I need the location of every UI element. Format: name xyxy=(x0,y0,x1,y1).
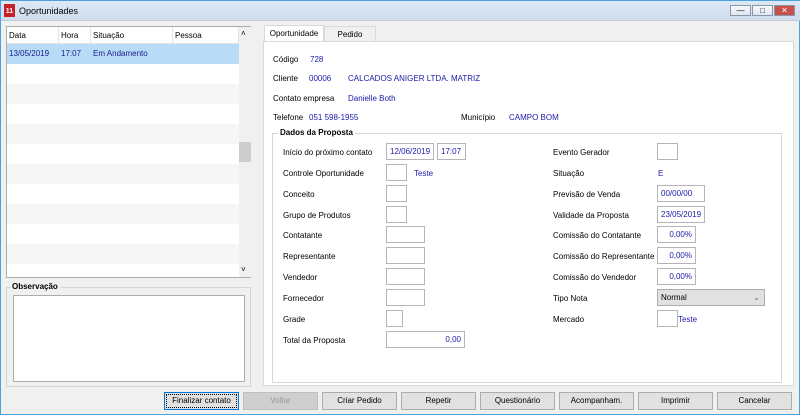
previsao-venda-label: Previsão de Venda xyxy=(553,190,621,199)
conceito-label: Conceito xyxy=(283,190,315,199)
mercado-input[interactable] xyxy=(657,310,678,327)
column-header-situacao[interactable]: Situação xyxy=(91,27,173,44)
chevron-down-icon: ⌄ xyxy=(753,293,760,302)
evento-gerador-input[interactable] xyxy=(657,143,678,160)
minimize-button[interactable]: — xyxy=(730,5,751,16)
table-row[interactable]: 13/05/2019 17:07 Em Andamento xyxy=(7,44,239,64)
contatante-input[interactable] xyxy=(386,226,425,243)
scroll-up-icon[interactable]: ˄ xyxy=(241,29,246,38)
municipio-value: CAMPO BOM xyxy=(509,113,559,122)
representante-input[interactable] xyxy=(386,247,425,264)
observacao-textarea[interactable] xyxy=(13,295,245,382)
codigo-label: Código xyxy=(273,55,299,64)
app-logo-icon: 11 xyxy=(4,4,15,17)
inicio-contato-time-input[interactable]: 17:07 xyxy=(437,143,466,160)
situacao-label: Situação xyxy=(553,169,585,178)
tab-pedido[interactable]: Pedido xyxy=(324,26,376,42)
previsao-venda-input[interactable]: 00/00/00 xyxy=(657,185,705,202)
comissao-representante-label: Comissão do Representante xyxy=(553,252,655,261)
evento-gerador-label: Evento Gerador xyxy=(553,148,610,157)
mercado-desc: Teste xyxy=(678,315,698,324)
voltar-button[interactable]: Voltar xyxy=(243,392,318,410)
fornecedor-label: Fornecedor xyxy=(283,294,324,303)
title-bar xyxy=(1,1,800,21)
total-proposta-input[interactable]: 0,00 xyxy=(386,331,465,348)
controle-oportunidade-label: Controle Oportunidade xyxy=(283,169,364,178)
validade-proposta-label: Validade da Proposta xyxy=(553,211,629,220)
cell-situacao: Em Andamento xyxy=(93,49,148,58)
cliente-code: 00006 xyxy=(309,74,332,83)
empty-row xyxy=(7,244,239,264)
vendedor-input[interactable] xyxy=(386,268,425,285)
fornecedor-input[interactable] xyxy=(386,289,425,306)
tipo-nota-value: Normal xyxy=(661,293,687,302)
grade-input[interactable] xyxy=(386,310,403,327)
questionario-button[interactable]: Questionário xyxy=(480,392,555,410)
column-header-data[interactable]: Data xyxy=(7,27,59,44)
column-header-pessoa[interactable]: Pessoa xyxy=(173,27,239,44)
telefone-label: Telefone xyxy=(273,113,304,122)
codigo-value: 728 xyxy=(310,55,324,64)
grade-label: Grade xyxy=(283,315,306,324)
dados-proposta-title: Dados da Proposta xyxy=(278,128,355,137)
observacao-label: Observação xyxy=(10,282,60,291)
contato-label: Contato empresa xyxy=(273,94,335,103)
representante-label: Representante xyxy=(283,252,336,261)
empty-row xyxy=(7,84,239,104)
comissao-vendedor-label: Comissão do Vendedor xyxy=(553,273,637,282)
telefone-value: 051 598-1955 xyxy=(309,113,359,122)
repetir-button[interactable]: Repetir xyxy=(401,392,476,410)
comissao-representante-input[interactable]: 0,00% xyxy=(657,247,696,264)
total-proposta-label: Total da Proposta xyxy=(283,336,346,345)
inicio-contato-date-input[interactable]: 12/06/2019 xyxy=(386,143,434,160)
contato-value: Danielle Both xyxy=(348,94,396,103)
oportunidades-grid[interactable]: Data Hora Situação Pessoa 13/05/2019 17:… xyxy=(6,26,251,278)
acompanhamento-button[interactable]: Acompanham. xyxy=(559,392,634,410)
vendedor-label: Vendedor xyxy=(283,273,318,282)
imprimir-button[interactable]: Imprimir xyxy=(638,392,713,410)
comissao-contatante-label: Comissão do Contatante xyxy=(553,231,642,240)
window-title: Oportunidades xyxy=(19,6,79,16)
mercado-label: Mercado xyxy=(553,315,585,324)
cell-data: 13/05/2019 xyxy=(9,49,50,58)
comissao-contatante-input[interactable]: 0,00% xyxy=(657,226,696,243)
close-button[interactable]: ✕ xyxy=(774,5,795,16)
situacao-value: E xyxy=(658,169,664,178)
cliente-name: CALCADOS ANIGER LTDA. MATRIZ xyxy=(348,74,481,83)
cliente-label: Cliente xyxy=(273,74,298,83)
grupo-produtos-label: Grupo de Produtos xyxy=(283,211,351,220)
empty-row xyxy=(7,164,239,184)
inicio-contato-label: Início do próximo contato xyxy=(283,148,373,157)
finalizar-contato-button[interactable]: Finalizar contato xyxy=(164,392,239,410)
column-header-hora[interactable]: Hora xyxy=(59,27,91,44)
tipo-nota-label: Tipo Nota xyxy=(553,294,588,303)
comissao-vendedor-input[interactable]: 0,00% xyxy=(657,268,696,285)
empty-row xyxy=(7,124,239,144)
contatante-label: Contatante xyxy=(283,231,323,240)
cancelar-button[interactable]: Cancelar xyxy=(717,392,792,410)
validade-proposta-input[interactable]: 23/05/2019 xyxy=(657,206,705,223)
tab-oportunidade[interactable]: Oportunidade xyxy=(264,25,324,42)
criar-pedido-button[interactable]: Criar Pedido xyxy=(322,392,397,410)
maximize-button[interactable]: □ xyxy=(752,5,773,16)
vertical-scrollbar[interactable]: ˄ ˅ xyxy=(239,27,251,277)
empty-row xyxy=(7,204,239,224)
scroll-thumb[interactable] xyxy=(239,142,251,162)
conceito-input[interactable] xyxy=(386,185,407,202)
tipo-nota-select[interactable]: Normal ⌄ xyxy=(657,289,765,306)
controle-oportunidade-input[interactable] xyxy=(386,164,407,181)
oportunidade-panel: Código 728 Cliente 00006 CALCADOS ANIGER… xyxy=(263,41,794,386)
municipio-label: Município xyxy=(461,113,496,122)
cell-hora: 17:07 xyxy=(61,49,82,58)
grupo-produtos-input[interactable] xyxy=(386,206,407,223)
scroll-down-icon[interactable]: ˅ xyxy=(241,265,246,274)
controle-oportunidade-desc: Teste xyxy=(414,169,434,178)
